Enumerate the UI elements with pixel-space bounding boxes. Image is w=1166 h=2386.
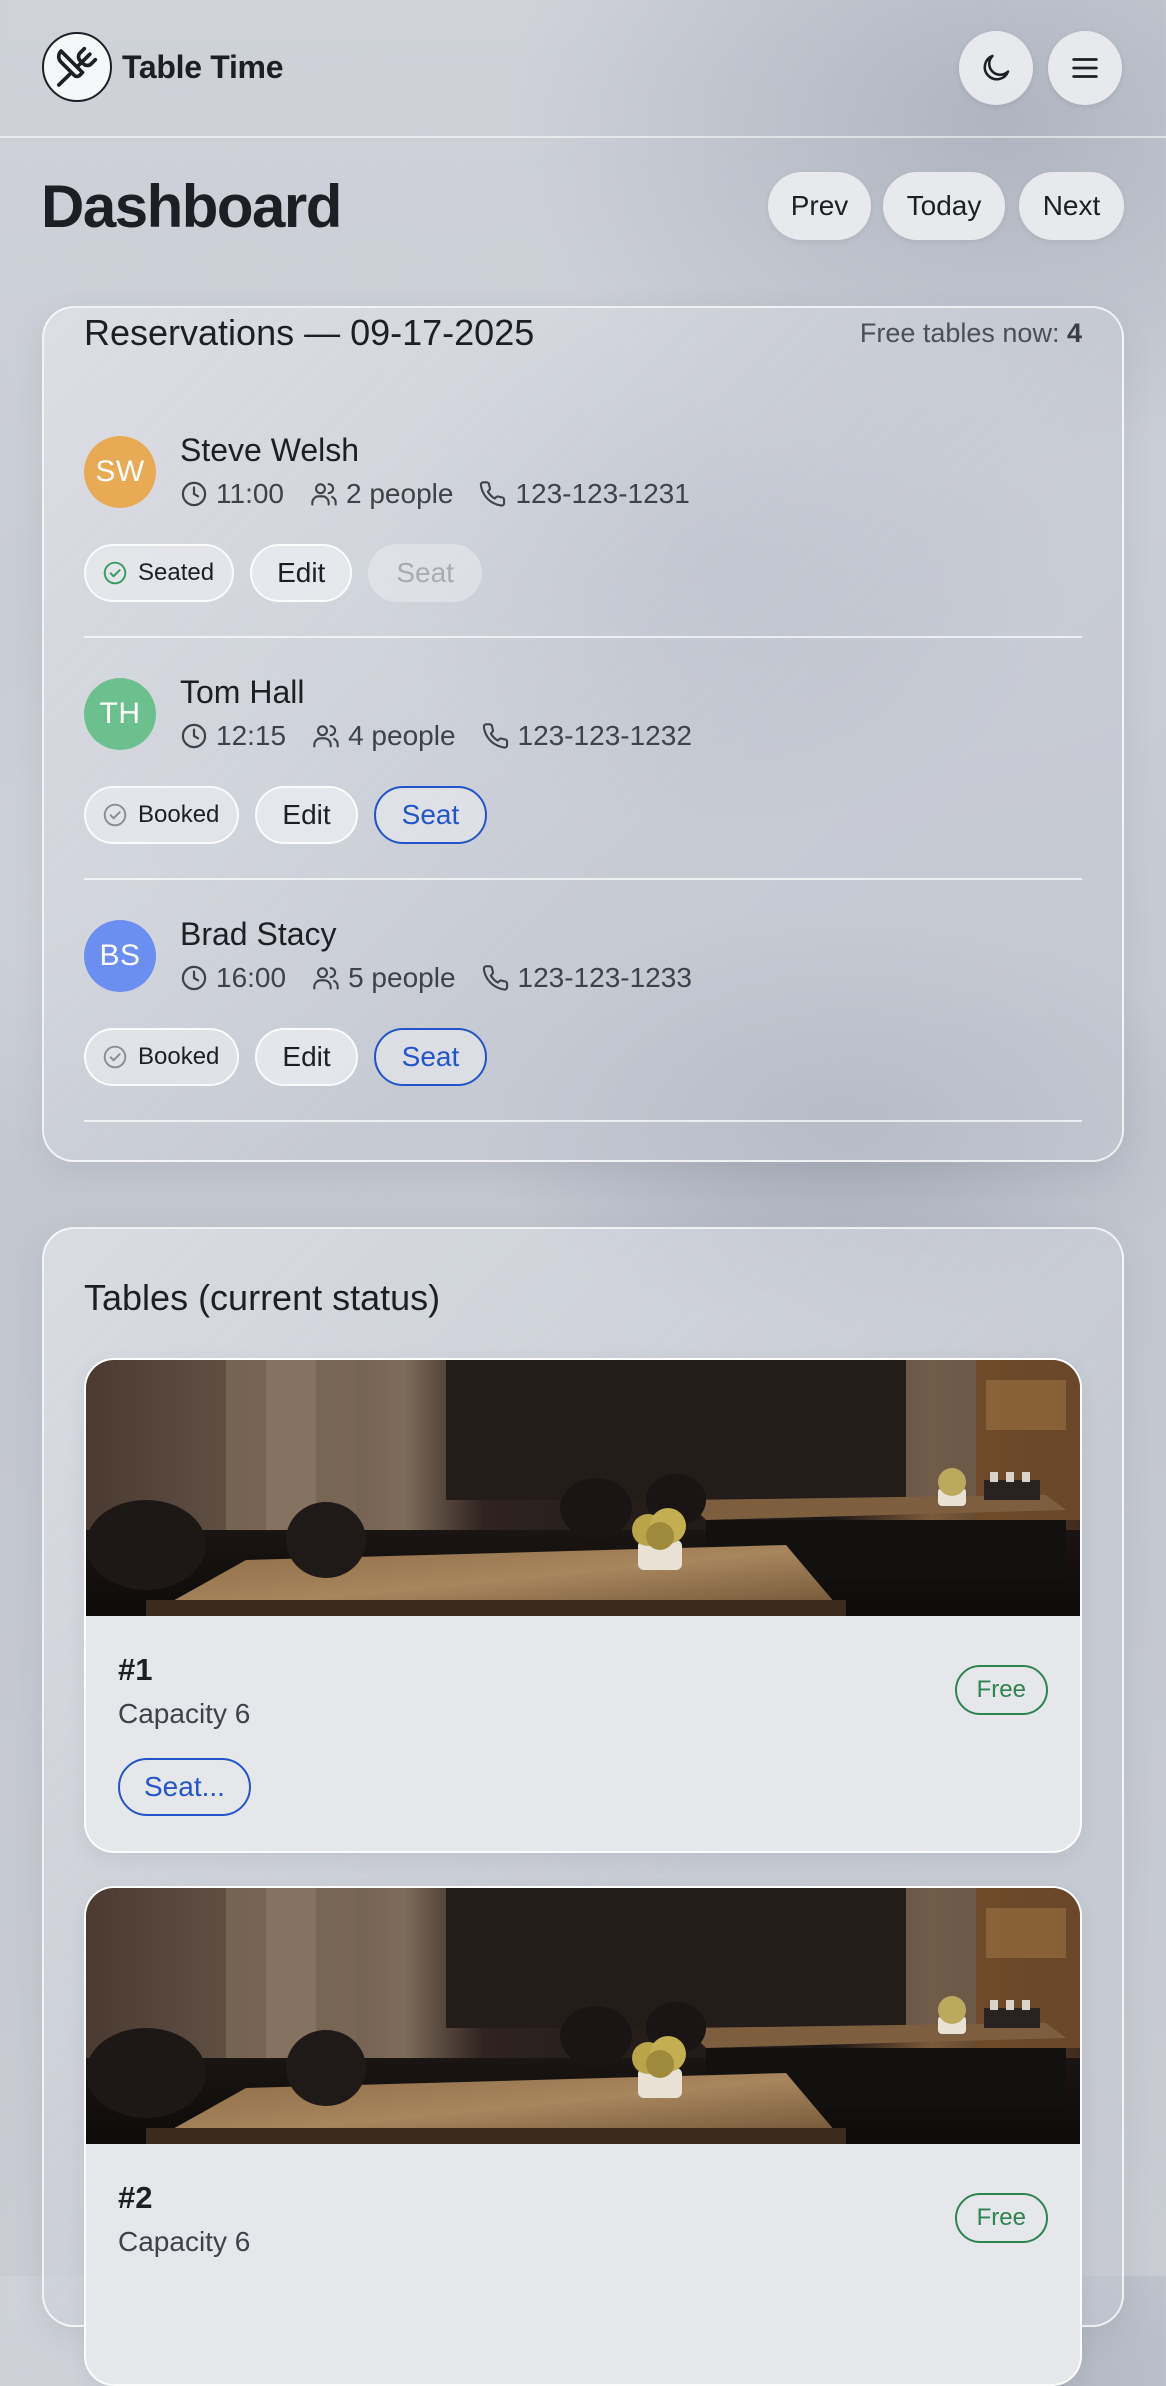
- clock-icon: [181, 481, 207, 507]
- phone-icon: [482, 723, 508, 749]
- phone-number: 123-123-1232: [517, 720, 692, 751]
- status-badge: Booked: [84, 786, 240, 844]
- reservations-card: Reservations — 09-17-2025 Free tables no…: [42, 306, 1124, 1162]
- table-photo: [86, 1888, 1080, 2144]
- menu-button[interactable]: [1048, 31, 1122, 105]
- tables-card: Tables (current status) #1 Capacity 6 Fr…: [42, 1227, 1124, 2386]
- hamburger-menu-icon: [1072, 58, 1098, 78]
- avatar: SW: [84, 436, 156, 508]
- check-circle-icon: [103, 561, 127, 585]
- app-name: Table Time: [122, 48, 284, 85]
- check-circle-icon: [103, 1045, 127, 1069]
- reservation-time: 11:00: [216, 478, 284, 509]
- party-size: 2 people: [346, 478, 454, 509]
- edit-button[interactable]: Edit: [250, 544, 353, 602]
- users-icon: [313, 967, 339, 990]
- reservation-meta: 16:00 5 people 123-123-1233: [180, 962, 718, 994]
- table-number: #2: [118, 2180, 153, 2215]
- status-badge: Booked: [84, 1028, 240, 1086]
- brand[interactable]: Table Time: [42, 32, 284, 102]
- next-day-button[interactable]: Next: [1019, 172, 1124, 240]
- users-icon: [311, 483, 337, 506]
- utensils-crossed-icon: [42, 32, 112, 102]
- reservation-item: TH Tom Hall 12:15 4 people 123-123-1232 …: [84, 638, 1082, 880]
- phone-number: 123-123-1231: [515, 478, 690, 509]
- reservation-actions: Booked Edit Seat: [84, 1028, 503, 1086]
- tables-title: Tables (current status): [84, 1277, 441, 1318]
- reservation-item: BS Brad Stacy 16:00 5 people 123-123-123…: [84, 880, 1082, 1122]
- today-button[interactable]: Today: [883, 172, 1005, 240]
- table-photo: [86, 1360, 1080, 1616]
- status-badge: Seated: [84, 544, 235, 602]
- app-header: Table Time: [0, 0, 1166, 138]
- edit-button[interactable]: Edit: [255, 786, 358, 844]
- moon-icon: [983, 54, 1010, 81]
- clock-icon: [181, 965, 207, 991]
- edit-button[interactable]: Edit: [255, 1028, 358, 1086]
- seat-table-button[interactable]: Seat...: [118, 1758, 251, 1816]
- table-number: #1: [118, 1652, 153, 1687]
- reservation-meta: 11:00 2 people 123-123-1231: [180, 478, 716, 510]
- reservation-time: 12:15: [216, 720, 287, 751]
- reservation-actions: Booked Edit Seat: [84, 786, 503, 844]
- guest-name: Steve Welsh: [180, 432, 360, 468]
- clock-icon: [181, 723, 207, 749]
- page-title: Dashboard: [41, 173, 342, 240]
- table-capacity: Capacity 6: [118, 1698, 251, 1729]
- reservation-time: 16:00: [216, 962, 287, 993]
- phone-icon: [480, 481, 506, 507]
- reservation-item: SW Steve Welsh 11:00 2 people 123-123-12…: [84, 308, 1082, 638]
- phone-icon: [482, 965, 508, 991]
- users-icon: [313, 725, 339, 748]
- party-size: 4 people: [348, 720, 456, 751]
- table-capacity: Capacity 6: [118, 2226, 251, 2257]
- seat-button[interactable]: Seat: [373, 786, 488, 844]
- avatar: TH: [84, 678, 156, 750]
- table-card: #1 Capacity 6 Free Seat...: [84, 1358, 1082, 1853]
- avatar: BS: [84, 920, 156, 992]
- phone-number: 123-123-1233: [517, 962, 692, 993]
- guest-name: Brad Stacy: [180, 916, 337, 952]
- status-badge: Free: [954, 2193, 1048, 2243]
- theme-toggle-button[interactable]: [959, 31, 1033, 105]
- reservation-meta: 12:15 4 people 123-123-1232: [180, 720, 718, 752]
- guest-name: Tom Hall: [180, 674, 305, 710]
- reservation-actions: Seated Edit Seat: [84, 544, 498, 602]
- table-card: #2 Capacity 6 Free: [84, 1886, 1082, 2386]
- party-size: 5 people: [348, 962, 456, 993]
- seat-button[interactable]: Seat: [373, 1028, 488, 1086]
- prev-day-button[interactable]: Prev: [768, 172, 871, 240]
- check-circle-icon: [103, 803, 127, 827]
- seat-button[interactable]: Seat: [368, 544, 482, 602]
- status-badge: Free: [954, 1665, 1048, 1715]
